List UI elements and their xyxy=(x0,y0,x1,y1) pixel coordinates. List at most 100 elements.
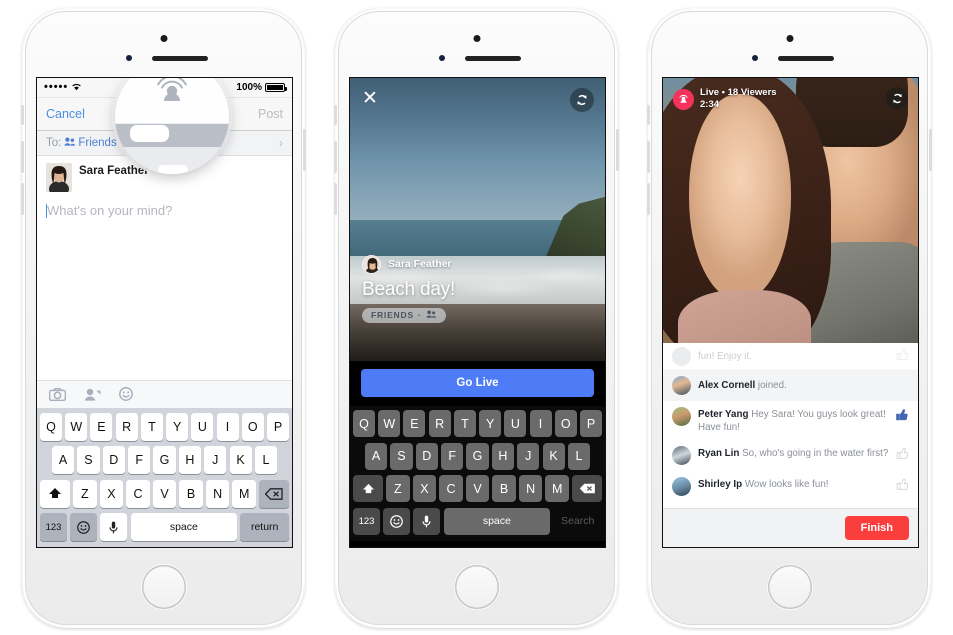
comments-list[interactable]: fun! Enjoy it. Alex Cornell joined. Pete… xyxy=(663,343,918,508)
power-button[interactable] xyxy=(616,129,619,171)
return-key[interactable]: Search xyxy=(553,507,602,535)
key-k[interactable]: K xyxy=(542,442,565,470)
key-q[interactable]: Q xyxy=(40,412,63,441)
key-f[interactable]: F xyxy=(441,442,464,470)
volume-down-button[interactable] xyxy=(647,183,650,215)
emoji-icon[interactable] xyxy=(119,387,133,401)
emoji-key-icon[interactable] xyxy=(383,507,411,535)
mute-switch[interactable] xyxy=(647,105,650,125)
camera-icon[interactable] xyxy=(49,387,66,401)
microphone-icon[interactable] xyxy=(413,507,441,535)
numbers-key[interactable]: 123 xyxy=(353,507,380,535)
return-key[interactable]: return xyxy=(240,513,289,541)
key-w[interactable]: W xyxy=(65,412,88,441)
key-v[interactable]: V xyxy=(465,475,490,502)
key-o[interactable]: O xyxy=(241,412,264,441)
key-r[interactable]: R xyxy=(428,410,451,437)
key-n[interactable]: N xyxy=(205,479,230,508)
flip-camera-icon[interactable] xyxy=(570,88,594,112)
backspace-icon[interactable] xyxy=(259,479,290,508)
tag-person-icon[interactable] xyxy=(84,388,101,401)
live-video-icon[interactable] xyxy=(153,78,191,117)
key-t[interactable]: T xyxy=(453,410,476,437)
list-item[interactable]: fun! Enjoy it. xyxy=(663,343,918,370)
key-b[interactable]: B xyxy=(179,479,203,508)
emoji-key-icon[interactable] xyxy=(70,513,98,541)
key-u[interactable]: U xyxy=(191,412,214,441)
key-w[interactable]: W xyxy=(378,410,401,437)
numbers-key[interactable]: 123 xyxy=(40,513,67,541)
volume-up-button[interactable] xyxy=(334,141,337,173)
thumbs-up-outline-icon[interactable] xyxy=(896,446,909,465)
key-q[interactable]: Q xyxy=(353,410,376,437)
key-a[interactable]: A xyxy=(364,442,388,470)
key-c[interactable]: C xyxy=(439,475,463,502)
key-x[interactable]: X xyxy=(412,475,437,502)
key-d[interactable]: D xyxy=(415,442,438,470)
post-button[interactable]: Post xyxy=(258,107,283,121)
key-g[interactable]: G xyxy=(153,446,176,474)
key-l[interactable]: L xyxy=(567,442,591,470)
volume-down-button[interactable] xyxy=(334,183,337,215)
key-a[interactable]: A xyxy=(51,446,75,474)
flip-camera-icon[interactable] xyxy=(886,87,908,109)
key-m[interactable]: M xyxy=(232,479,256,508)
power-button[interactable] xyxy=(929,129,932,171)
key-v[interactable]: V xyxy=(152,479,177,508)
thumbs-up-outline-icon[interactable] xyxy=(896,477,909,496)
shift-icon[interactable] xyxy=(40,479,70,508)
privacy-badge[interactable]: FRIENDS · xyxy=(362,307,446,323)
list-item[interactable]: Ryan Lin So, who's going in the water fi… xyxy=(663,440,918,471)
key-t[interactable]: T xyxy=(140,412,163,441)
key-s[interactable]: S xyxy=(77,446,100,474)
thumbs-up-outline-icon[interactable] xyxy=(896,347,909,366)
key-x[interactable]: X xyxy=(99,479,124,508)
list-item[interactable]: Alex Cornell joined. xyxy=(663,370,918,401)
key-e[interactable]: E xyxy=(90,412,113,441)
space-key[interactable]: space xyxy=(130,513,238,541)
key-y[interactable]: Y xyxy=(166,412,189,441)
key-c[interactable]: C xyxy=(126,479,150,508)
go-live-button[interactable]: Go Live xyxy=(361,369,594,397)
backspace-icon[interactable] xyxy=(572,475,603,502)
home-button[interactable] xyxy=(454,565,499,609)
status-input-area[interactable]: What's on your mind? xyxy=(37,192,292,380)
key-b[interactable]: B xyxy=(492,475,516,502)
keyboard[interactable]: Q W E R T Y U I O P A S D F G H J K L Z … xyxy=(350,406,605,541)
volume-up-button[interactable] xyxy=(647,141,650,173)
power-button[interactable] xyxy=(303,129,306,171)
keyboard[interactable]: Q W E R T Y U I O P A S D F G H J K L Z … xyxy=(37,407,292,547)
close-icon[interactable]: ✕ xyxy=(362,89,378,108)
key-l[interactable]: L xyxy=(254,446,278,474)
microphone-icon[interactable] xyxy=(100,513,128,541)
key-f[interactable]: F xyxy=(128,446,151,474)
volume-down-button[interactable] xyxy=(21,183,24,215)
key-z[interactable]: Z xyxy=(73,479,97,508)
key-h[interactable]: H xyxy=(491,442,514,470)
finish-button[interactable]: Finish xyxy=(844,516,909,540)
key-y[interactable]: Y xyxy=(479,410,502,437)
key-o[interactable]: O xyxy=(554,410,577,437)
key-u[interactable]: U xyxy=(504,410,527,437)
key-i[interactable]: I xyxy=(529,410,552,437)
key-e[interactable]: E xyxy=(403,410,426,437)
list-item[interactable]: Shirley Ip Wow looks like fun! xyxy=(663,471,918,502)
key-g[interactable]: G xyxy=(466,442,489,470)
shift-icon[interactable] xyxy=(353,475,383,502)
key-j[interactable]: J xyxy=(517,442,540,470)
home-button[interactable] xyxy=(767,565,812,609)
key-n[interactable]: N xyxy=(518,475,543,502)
thumbs-up-filled-icon[interactable] xyxy=(895,407,909,427)
key-i[interactable]: I xyxy=(216,412,239,441)
volume-up-button[interactable] xyxy=(21,141,24,173)
key-h[interactable]: H xyxy=(178,446,201,474)
list-item[interactable]: Peter Yang Hey Sara! You guys look great… xyxy=(663,401,918,440)
mute-switch[interactable] xyxy=(21,105,24,125)
key-z[interactable]: Z xyxy=(386,475,410,502)
mute-switch[interactable] xyxy=(334,105,337,125)
key-s[interactable]: S xyxy=(390,442,413,470)
home-button[interactable] xyxy=(141,565,186,609)
key-r[interactable]: R xyxy=(115,412,138,441)
key-m[interactable]: M xyxy=(545,475,569,502)
key-p[interactable]: P xyxy=(266,412,289,441)
